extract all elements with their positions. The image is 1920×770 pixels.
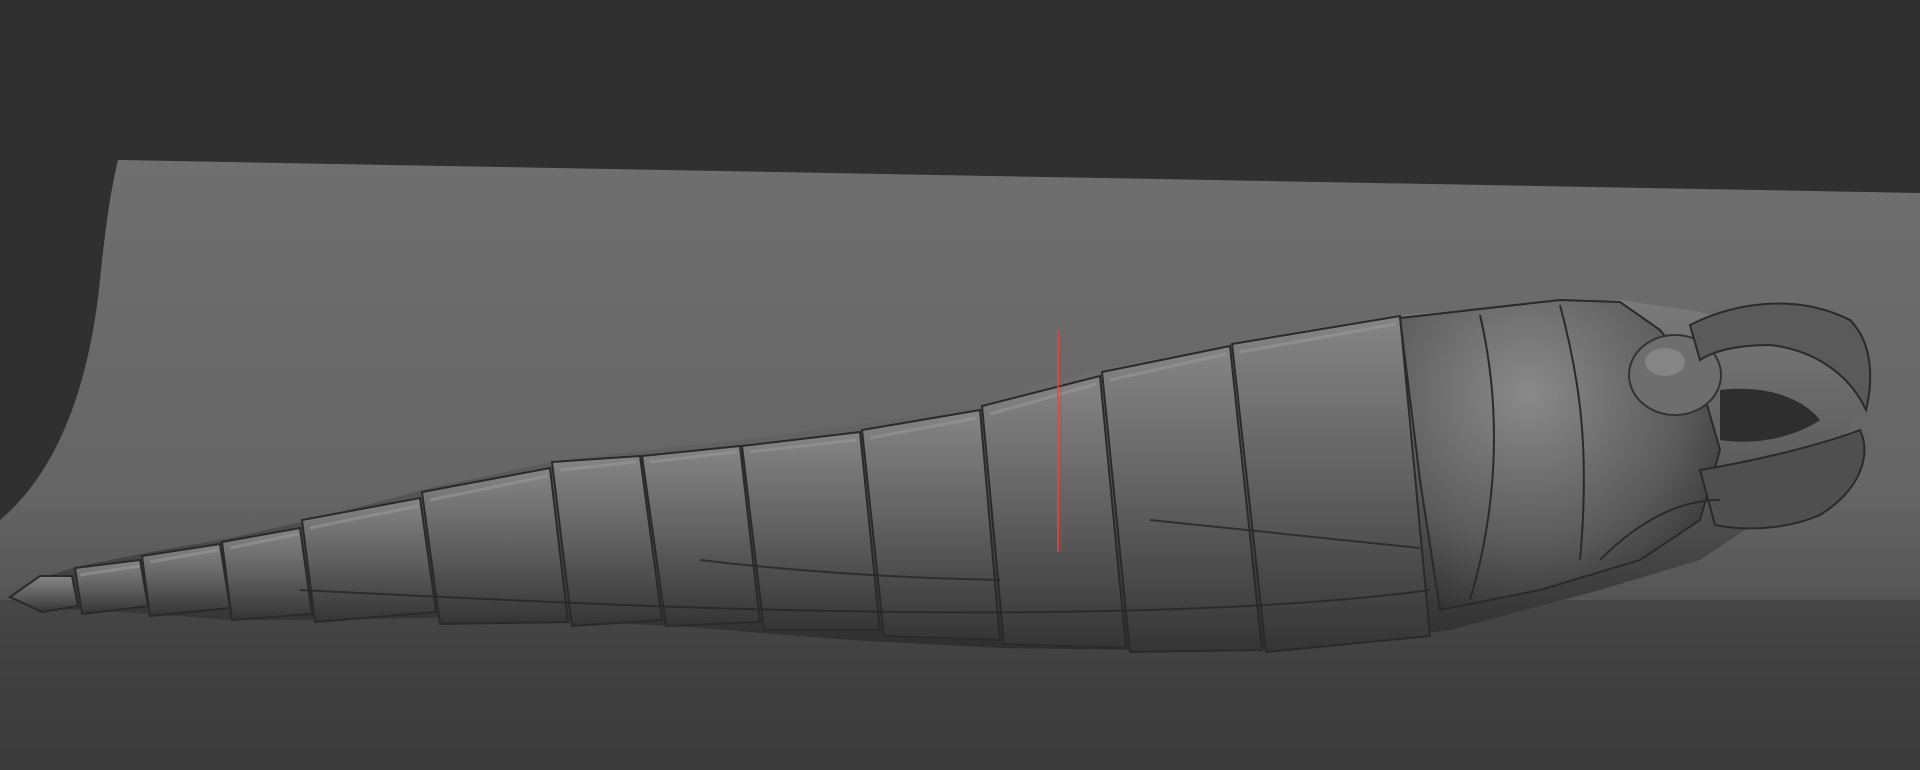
viewport-canvas[interactable] — [0, 0, 1920, 770]
dome-highlight — [1645, 348, 1685, 376]
3d-viewport[interactable] — [0, 0, 1920, 770]
